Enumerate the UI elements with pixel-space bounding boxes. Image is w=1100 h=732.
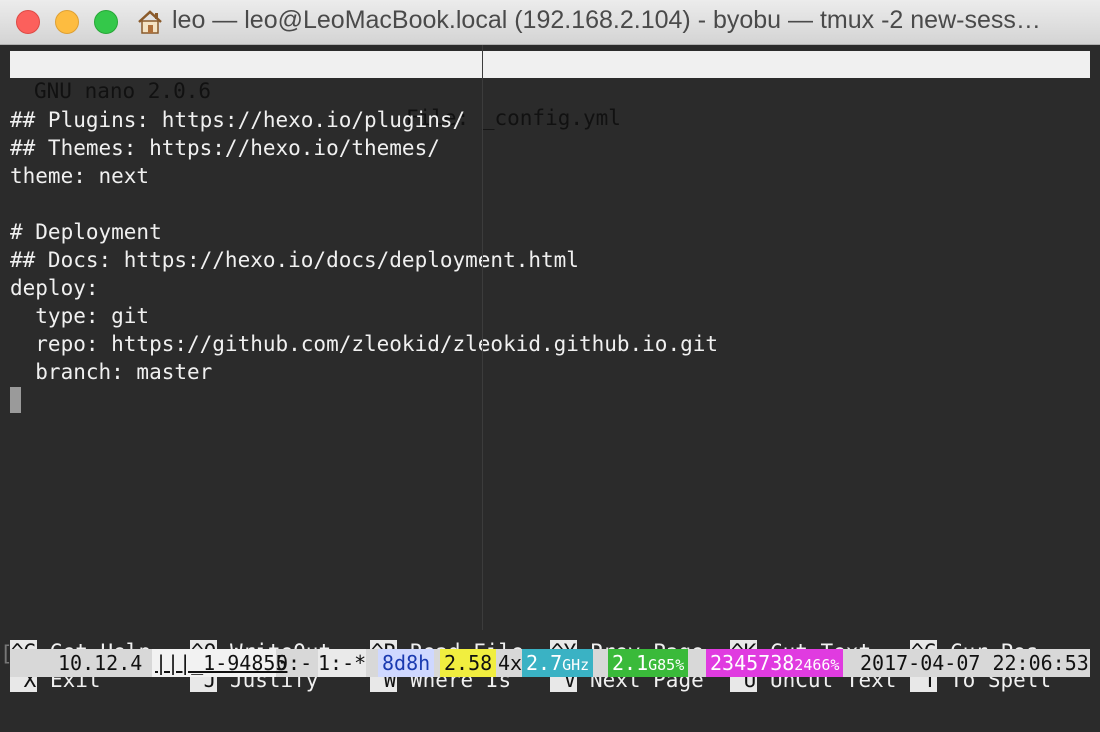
load-average: 2.58 xyxy=(440,649,497,677)
close-window-button[interactable] xyxy=(16,10,40,34)
editor-line[interactable]: # Deployment xyxy=(10,218,162,246)
apple-icon xyxy=(18,649,38,677)
editor-line[interactable]: ## Themes: https://hexo.io/themes/ xyxy=(10,134,440,162)
memory-percent: 85% xyxy=(657,656,685,674)
disk-percent: 2466% xyxy=(794,656,840,674)
nano-version: GNU nano 2.0.6 xyxy=(34,79,212,103)
window-tab-0[interactable]: 0:- xyxy=(276,649,312,677)
editor-line[interactable]: type: git xyxy=(10,302,149,330)
session-name[interactable]: |||_1-94855 xyxy=(155,649,287,677)
os-version: 10.12.4 xyxy=(58,651,143,675)
editor-line[interactable]: ## Docs: https://hexo.io/docs/deployment… xyxy=(10,246,579,274)
cpu-frequency: 2.7GHz xyxy=(522,649,594,677)
terminal-content[interactable]: GNU nano 2.0.6 File: _config.yml ## Plug… xyxy=(0,45,1100,732)
cpu-frequency-value: 2.7 xyxy=(526,651,563,675)
window-tab-1[interactable]: 1:-* xyxy=(318,649,367,677)
title-bar: leo — leo@LeoMacBook.local (192.168.2.10… xyxy=(0,0,1100,45)
text-cursor xyxy=(10,387,21,413)
hash-indicator: 8d8h xyxy=(378,649,435,677)
terminal-window: leo — leo@LeoMacBook.local (192.168.2.10… xyxy=(0,0,1100,732)
byobu-status-bar: 10.12.4 |||_1-94855 0:- 1:-* 8d8h 2.58 4… xyxy=(10,649,1090,677)
disk-value: 2345738 xyxy=(710,651,795,675)
cpu-frequency-unit: GHz xyxy=(562,656,590,674)
window-title: leo — leo@LeoMacBook.local (192.168.2.10… xyxy=(172,6,1041,34)
cpu-count: 4x xyxy=(498,651,523,675)
nano-header: GNU nano 2.0.6 File: _config.yml xyxy=(10,51,1090,130)
memory-usage: 2.1G85% xyxy=(608,649,689,677)
editor-line[interactable]: deploy: xyxy=(10,274,99,302)
editor-line[interactable]: branch: master xyxy=(10,358,212,386)
disk-usage: 23457382466% xyxy=(706,649,844,677)
minimize-window-button[interactable] xyxy=(55,10,79,34)
editor-line[interactable]: repo: https://github.com/zleokid/zleokid… xyxy=(10,330,718,358)
home-icon xyxy=(138,10,162,34)
memory-value: 2.1 xyxy=(612,651,649,675)
zoom-window-button[interactable] xyxy=(94,10,118,34)
editor-line[interactable]: ## Plugins: https://hexo.io/plugins/ xyxy=(10,106,465,134)
editor-line[interactable]: theme: next xyxy=(10,162,149,190)
date-time: 2017-04-07 22:06:53 xyxy=(860,651,1089,675)
memory-unit: G xyxy=(648,656,658,674)
pane-divider xyxy=(482,45,483,630)
